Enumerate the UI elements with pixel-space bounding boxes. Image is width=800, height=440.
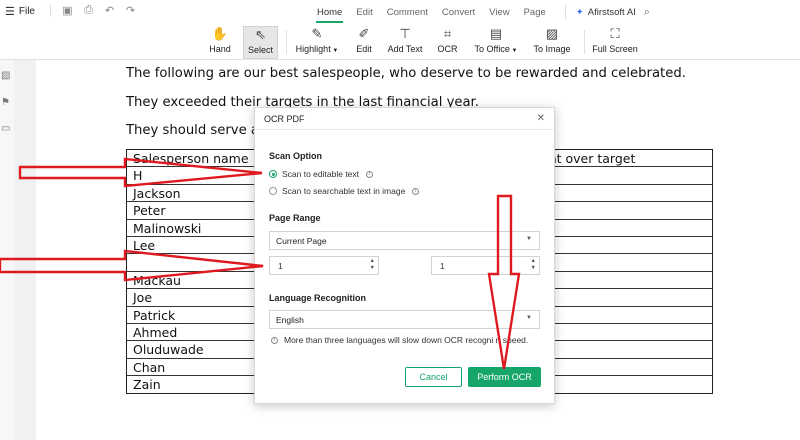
full-screen-icon: ⛶ [610,26,620,41]
comment-icon[interactable]: ▭ [1,123,10,134]
page-to-input[interactable]: 1 ▲ ▼ [431,256,540,275]
chevron-down-icon: ▼ [526,236,532,242]
language-heading: Language Recognition [269,293,367,303]
ai-label: Afirstsoft AI [587,7,636,18]
scan-option-heading: Scan Option [269,151,323,161]
info-icon: i [271,336,278,344]
select-label: Select [247,45,273,55]
to-image-label: To Image [533,44,571,54]
chevron-down-icon: ▼ [330,48,339,54]
full-screen-button[interactable]: ⛶ Full Screen [590,26,640,59]
to-office-button[interactable]: ▤ To Office ▼ [470,26,522,59]
hamburger-icon: ☰ [5,6,15,18]
edit-button[interactable]: ✐ Edit [350,26,378,59]
save-icon[interactable]: ▣ [57,4,78,17]
search-icon[interactable]: ⌕ [636,0,650,24]
info-icon: i [412,187,420,195]
office-icon: ▤ [489,26,503,41]
tab-home[interactable]: Home [310,0,349,24]
add-text-label: Add Text [387,44,423,54]
tab-view[interactable]: View [482,0,516,24]
add-text-button[interactable]: ⊤ Add Text [384,26,426,59]
divider [286,30,287,54]
hand-label: Hand [209,44,231,54]
page-from-value: 1 [278,261,283,271]
scan-option-label: Scan to searchable text in image [282,186,406,196]
divider [564,5,566,19]
tab-page[interactable]: Page [517,0,553,24]
full-screen-label: Full Screen [592,44,638,54]
close-icon[interactable]: ✕ [537,113,545,124]
language-note-text: More than three languages will slow down… [284,335,529,345]
document-paragraph: The following are our best salespeople, … [126,66,686,81]
info-icon: i [366,170,374,178]
print-icon[interactable]: ⎙ [78,4,99,17]
redo-icon[interactable]: ↷ [120,4,141,17]
cursor-icon: ⇖ [255,27,266,42]
thumbnail-icon[interactable]: ▧ [1,70,10,81]
edit-icon: ✐ [358,26,370,41]
left-sidebar: ▧ ⚑ ▭ [0,60,14,440]
ai-button[interactable]: ✦ Afirstsoft AI [576,0,636,24]
select-tool-button[interactable]: ⇖ Select [243,26,278,59]
page-to-value: 1 [440,261,445,271]
to-image-button[interactable]: ▨ To Image [530,26,574,59]
language-select[interactable]: English ▼ [269,310,540,329]
image-icon: ▨ [545,26,559,41]
perform-ocr-button[interactable]: Perform OCR [468,367,541,387]
toolbar: ✋ Hand ⇖ Select ✎ Highlight ▼ ✐ Edit ⊤ A… [0,24,800,60]
language-note: i More than three languages will slow do… [271,335,528,345]
ai-spark-icon: ✦ [575,7,584,18]
quick-access: ▣ ⎙ ↶ ↷ [50,4,141,17]
divider [50,5,51,17]
ocr-dialog: OCR PDF ✕ Scan Option Scan to editable t… [254,107,555,404]
language-value: English [276,315,304,325]
radio-selected-icon [269,170,277,178]
bookmark-icon[interactable]: ⚑ [1,97,10,108]
tab-comment[interactable]: Comment [380,0,435,24]
dialog-header: OCR PDF ✕ [255,108,554,130]
undo-icon[interactable]: ↶ [99,4,120,17]
tab-edit[interactable]: Edit [349,0,379,24]
header-cell: ent over target [541,151,636,166]
divider [584,30,585,54]
ribbon-tabs: Home Edit Comment Convert View Page ✦ Af… [310,0,650,24]
page-range-heading: Page Range [269,213,321,223]
hand-tool-button[interactable]: ✋ Hand [203,26,237,59]
add-text-icon: ⊤ [399,26,411,41]
scan-option-label: Scan to editable text [282,169,360,179]
hand-icon: ✋ [211,26,229,41]
header-cell: Salesperson name [133,151,249,166]
dialog-title: OCR PDF [264,114,305,124]
highlight-label: Highlight [295,44,331,54]
radio-unselected-icon [269,187,277,195]
edit-label: Edit [356,44,372,54]
stepper-icon[interactable]: ▲ ▼ [370,258,375,272]
menu-bar: ☰ File ▣ ⎙ ↶ ↷ Home Edit Comment Convert… [0,0,800,24]
highlight-button[interactable]: ✎ Highlight ▼ [292,26,342,59]
ocr-icon: ⌗ [443,26,452,41]
chevron-down-icon: ▼ [526,315,532,321]
stepper-icon[interactable]: ▲ ▼ [531,258,536,272]
page-range-select[interactable]: Current Page ▼ [269,231,540,250]
chevron-down-icon: ▼ [509,48,518,54]
file-menu[interactable]: ☰ File [5,5,35,18]
cancel-button[interactable]: Cancel [405,367,462,387]
to-office-label: To Office [474,44,510,54]
ocr-button[interactable]: ⌗ OCR [434,26,461,59]
page-range-value: Current Page [276,236,327,246]
scan-option-editable[interactable]: Scan to editable text i [269,169,374,179]
tab-convert[interactable]: Convert [435,0,482,24]
ocr-label: OCR [437,44,458,54]
page-from-input[interactable]: 1 ▲ ▼ [269,256,379,275]
scan-option-searchable[interactable]: Scan to searchable text in image i [269,186,420,196]
highlighter-icon: ✎ [311,26,323,41]
file-menu-label: File [18,6,35,17]
